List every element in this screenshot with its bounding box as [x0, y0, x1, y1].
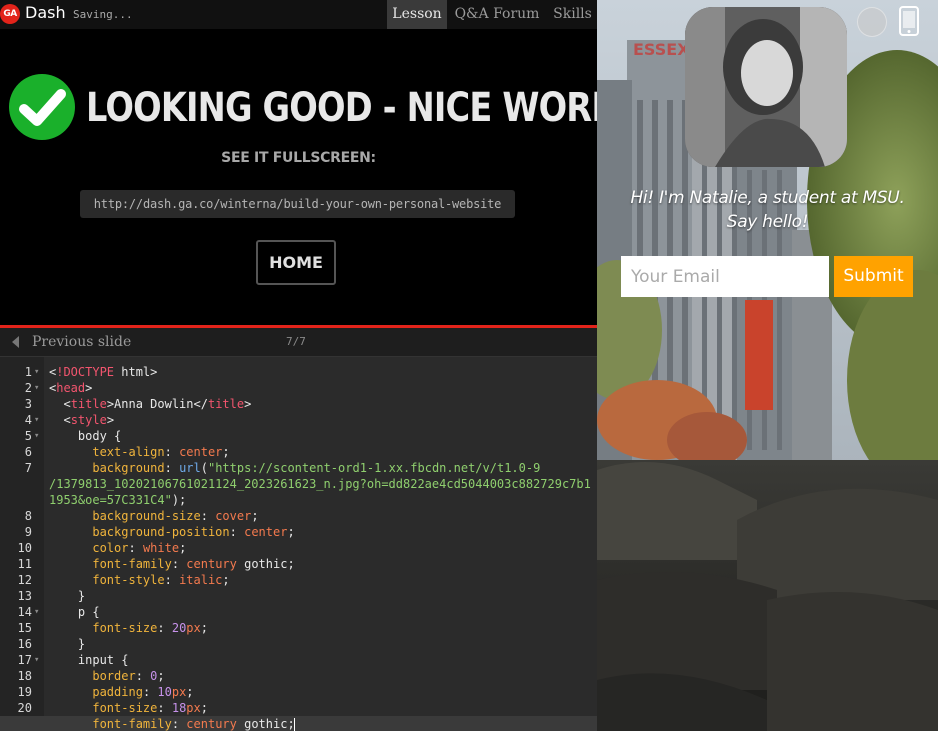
code-line[interactable]: border: 0;: [49, 668, 594, 684]
line-number: 4: [24, 413, 32, 427]
fullscreen-label: SEE IT FULLSCREEN:: [221, 150, 376, 166]
slide-navigation: Previous slide 7/7: [0, 328, 597, 357]
previous-slide-button[interactable]: Previous slide: [32, 332, 131, 352]
save-status: Saving...: [73, 8, 133, 21]
code-line[interactable]: <style>: [49, 412, 594, 428]
tab-skills[interactable]: Skills: [548, 0, 597, 29]
line-number: 5: [24, 429, 32, 443]
line-number: 2: [24, 381, 32, 395]
line-number: 9: [24, 525, 32, 539]
line-number: 6: [24, 445, 32, 459]
tab-qa-forum[interactable]: Q&A Forum: [452, 0, 542, 29]
line-number: 10: [17, 541, 32, 555]
line-number: 1: [24, 365, 32, 379]
fold-toggle-icon[interactable]: ▾: [34, 652, 42, 668]
code-line[interactable]: /1379813_10202106761021124_2023261623_n.…: [49, 476, 594, 492]
checkmark-icon: [9, 74, 75, 140]
slide-counter: 7/7: [286, 335, 306, 348]
code-line[interactable]: p {: [49, 604, 594, 620]
home-button[interactable]: HOME: [256, 240, 336, 285]
line-number: 15: [17, 621, 32, 635]
code-line[interactable]: padding: 10px;: [49, 684, 594, 700]
code-line[interactable]: <title>Anna Dowlin</title>: [49, 396, 594, 412]
code-line[interactable]: background-size: cover;: [49, 508, 594, 524]
code-line[interactable]: input {: [49, 652, 594, 668]
intro-tagline: Hi! I'm Natalie, a student at MSU. Say h…: [597, 186, 938, 234]
line-number: 17: [17, 653, 32, 667]
code-line[interactable]: background-position: center;: [49, 524, 594, 540]
code-line[interactable]: font-family: century gothic;: [49, 556, 594, 572]
fullscreen-url[interactable]: http://dash.ga.co/winterna/build-your-ow…: [80, 190, 515, 218]
fold-toggle-icon[interactable]: ▾: [34, 364, 42, 380]
tab-lesson[interactable]: Lesson: [387, 0, 447, 29]
profile-photo: [685, 7, 847, 167]
line-number: 20: [17, 701, 32, 715]
preview-pane: ESSEX HOUSE Hi! I'm Natalie, a student a: [597, 0, 938, 731]
code-line[interactable]: font-style: italic;: [49, 572, 594, 588]
code-line[interactable]: text-align: center;: [49, 444, 594, 460]
code-line[interactable]: background: url("https://scontent-ord1-1…: [49, 460, 594, 476]
line-number: 12: [17, 573, 32, 587]
code-line[interactable]: }: [49, 636, 594, 652]
code-line[interactable]: }: [49, 588, 594, 604]
app-title[interactable]: Dash: [25, 3, 66, 23]
success-headline: LOOKING GOOD - NICE WORK!: [86, 85, 597, 131]
ga-logo[interactable]: GA: [0, 4, 20, 24]
line-number: 16: [17, 637, 32, 651]
fold-toggle-icon[interactable]: ▾: [34, 412, 42, 428]
line-number: 14: [17, 605, 32, 619]
code-line[interactable]: color: white;: [49, 540, 594, 556]
tagline-line-2: Say hello!: [726, 212, 809, 232]
caret-left-icon[interactable]: [12, 336, 19, 348]
code-line[interactable]: body {: [49, 428, 594, 444]
line-number: 18: [17, 669, 32, 683]
code-line[interactable]: <head>: [49, 380, 594, 396]
fold-toggle-icon[interactable]: ▾: [34, 604, 42, 620]
line-number: 8: [24, 509, 32, 523]
line-number: 13: [17, 589, 32, 603]
desktop-view-icon[interactable]: [857, 7, 887, 37]
tagline-line-1: Hi! I'm Natalie, a student at MSU.: [630, 188, 905, 208]
submit-button[interactable]: Submit: [834, 256, 913, 297]
line-number: 7: [24, 461, 32, 475]
line-number: 11: [17, 557, 32, 571]
code-line[interactable]: 1953&oe=57C331C4");: [49, 492, 594, 508]
fold-toggle-icon[interactable]: ▾: [34, 428, 42, 444]
code-editor[interactable]: 1▾2▾34▾5▾67891011121314▾151617▾18192021 …: [0, 357, 597, 731]
line-number: 19: [17, 685, 32, 699]
code-line[interactable]: font-size: 20px;: [49, 620, 594, 636]
fold-toggle-icon[interactable]: ▾: [34, 380, 42, 396]
top-nav-bar: GA Dash Saving... Lesson Q&A Forum Skill…: [0, 0, 597, 29]
email-field[interactable]: [621, 256, 829, 297]
line-number-gutter: 1▾2▾34▾5▾67891011121314▾151617▾18192021: [0, 357, 44, 731]
code-line[interactable]: font-size: 18px;: [49, 700, 594, 716]
mobile-view-icon[interactable]: [898, 6, 920, 36]
line-number: 3: [24, 397, 32, 411]
code-line[interactable]: <!DOCTYPE html>: [49, 364, 594, 380]
lesson-pane: GA Dash Saving... Lesson Q&A Forum Skill…: [0, 0, 597, 731]
code-line[interactable]: font-family: century gothic;: [49, 716, 594, 731]
